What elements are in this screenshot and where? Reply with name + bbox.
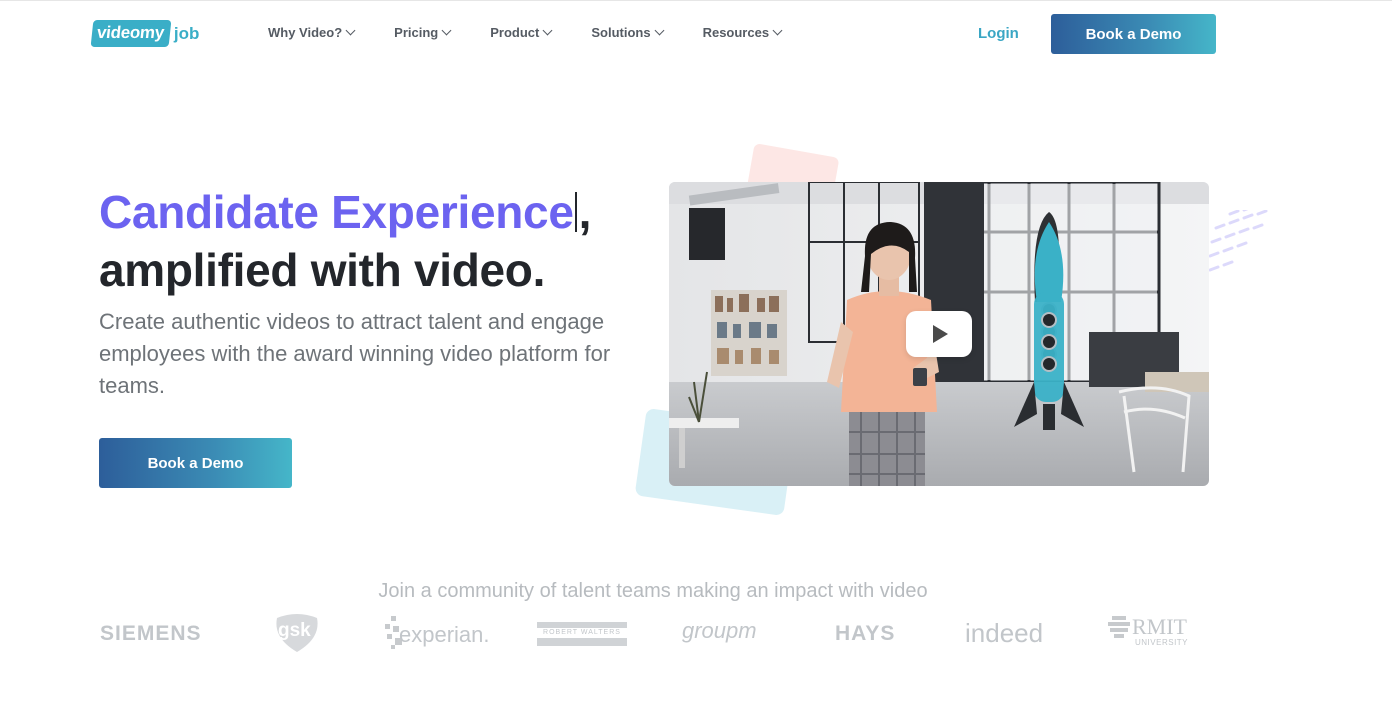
nav-why-video[interactable]: Why Video? (268, 25, 356, 40)
logo-experian-text: experian. (399, 622, 490, 647)
nav-label: Resources (702, 25, 770, 40)
nav-label: Product (490, 25, 540, 40)
nav-label: Solutions (591, 25, 651, 40)
book-demo-button-hero[interactable]: Book a Demo (99, 438, 292, 488)
logo-indeed: indeed (965, 618, 1044, 648)
hero-title-comma: , (578, 186, 592, 238)
client-logos: SIEMENS gsk experian. ROBERT WALTERS gro… (0, 610, 1392, 660)
nav-product[interactable]: Product (490, 25, 553, 40)
nav-resources[interactable]: Resources (702, 25, 783, 40)
text-caret (574, 192, 577, 232)
play-icon (933, 325, 948, 343)
hero-subtitle: Create authentic videos to attract talen… (99, 309, 611, 398)
video-play-button[interactable] (906, 311, 972, 357)
logo-hays: HAYS (835, 622, 896, 645)
nav-pricing[interactable]: Pricing (394, 25, 452, 40)
logo-robert-walters: ROBERT WALTERS (537, 622, 627, 646)
logo[interactable]: videomy job (90, 19, 200, 48)
logo-siemens: SIEMENS (100, 622, 202, 645)
nav-solutions[interactable]: Solutions (591, 25, 665, 40)
community-heading: Join a community of talent teams making … (378, 580, 928, 602)
decorative-dashes (1208, 210, 1268, 272)
hero-title-rest: amplified with video. (99, 244, 546, 296)
login-link[interactable]: Login (978, 25, 1019, 42)
chevron-down-icon (441, 25, 452, 36)
chevron-down-icon (345, 25, 356, 36)
rmit-emblem-icon (1108, 616, 1130, 638)
logo-gsk: gsk (273, 612, 321, 652)
logo-robert-walters-text: ROBERT WALTERS (543, 629, 621, 636)
site-header: videomy job Why Video? Pricing Product S… (0, 0, 1392, 68)
logo-groupm: groupm (682, 618, 757, 643)
chevron-down-icon (772, 25, 783, 36)
logo-rmit-text: RMIT (1132, 614, 1187, 639)
logo-rmit-subtext: UNIVERSITY (1135, 638, 1189, 647)
main-nav: Why Video? Pricing Product Solutions Res… (268, 25, 821, 40)
hero-title-accent: Candidate Experience (99, 186, 574, 238)
hero-title: Candidate Experience, amplified with vid… (99, 183, 659, 299)
nav-label: Why Video? (268, 25, 343, 40)
chevron-down-icon (542, 25, 553, 36)
nav-label: Pricing (394, 25, 439, 40)
logo-badge: videomy (90, 20, 172, 47)
logo-suffix: job (173, 23, 200, 43)
logo-rmit: RMIT UNIVERSITY (1108, 614, 1198, 654)
logo-gsk-text: gsk (278, 620, 311, 641)
chevron-down-icon (654, 25, 665, 36)
book-demo-button-header[interactable]: Book a Demo (1051, 14, 1216, 54)
